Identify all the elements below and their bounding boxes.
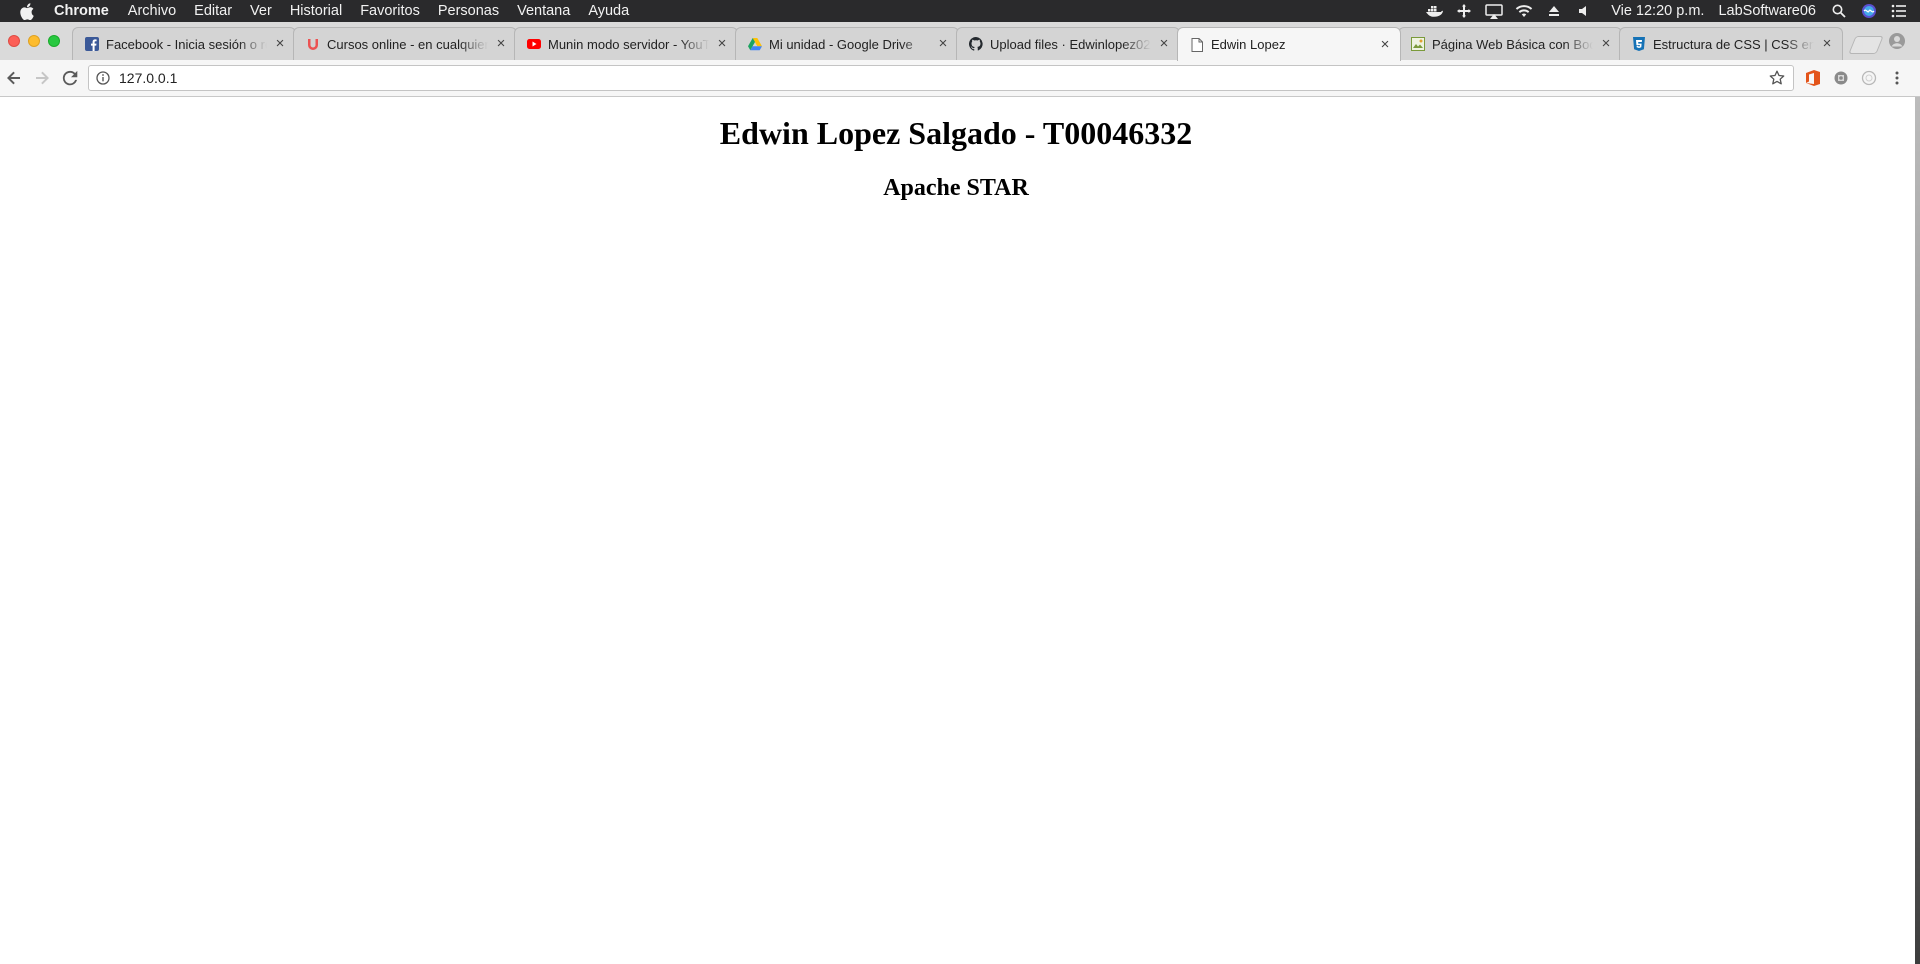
window-minimize-button[interactable] bbox=[28, 35, 40, 47]
office-extension-icon[interactable] bbox=[1804, 69, 1822, 87]
menu-archivo[interactable]: Archivo bbox=[128, 3, 176, 19]
page-heading: Edwin Lopez Salgado - T00046332 bbox=[719, 115, 1193, 151]
tab-github[interactable]: Upload files · Edwinlopez02/ × bbox=[956, 27, 1180, 60]
menu-bar-clock[interactable]: Vie 12:20 p.m. bbox=[1611, 3, 1704, 19]
address-bar[interactable]: 127.0.0.1 bbox=[88, 65, 1794, 91]
menu-personas[interactable]: Personas bbox=[438, 3, 499, 19]
tab-title: Mi unidad - Google Drive bbox=[769, 36, 913, 52]
udemy-icon bbox=[306, 37, 320, 51]
google-drive-icon bbox=[748, 37, 762, 51]
menu-bar-user[interactable]: LabSoftware06 bbox=[1718, 3, 1816, 19]
spotlight-search-icon[interactable] bbox=[1830, 3, 1848, 19]
tab-title: Cursos online - en cualquier momento bbox=[327, 36, 488, 52]
site-info-icon[interactable] bbox=[96, 70, 112, 86]
window-zoom-button[interactable] bbox=[48, 35, 60, 47]
move-arrows-icon[interactable] bbox=[1455, 3, 1473, 19]
tab-bootstrap[interactable]: Página Web Básica con Bootstrap × bbox=[1398, 27, 1622, 60]
url-text[interactable]: 127.0.0.1 bbox=[119, 70, 1769, 86]
page-icon bbox=[1190, 37, 1204, 52]
tab-close-icon[interactable]: × bbox=[1599, 36, 1613, 51]
forward-arrow-icon[interactable] bbox=[32, 68, 52, 88]
tab-close-icon[interactable]: × bbox=[1157, 36, 1171, 51]
page-subheading: Apache STAR bbox=[883, 175, 1029, 201]
menu-ayuda[interactable]: Ayuda bbox=[588, 3, 629, 19]
bookmark-star-icon[interactable] bbox=[1769, 69, 1787, 87]
youtube-icon bbox=[527, 37, 541, 51]
css3-icon bbox=[1632, 37, 1646, 51]
menu-historial[interactable]: Historial bbox=[290, 3, 342, 19]
image-icon bbox=[1411, 37, 1425, 51]
apple-icon[interactable] bbox=[20, 2, 38, 20]
tab-facebook[interactable]: Facebook - Inicia sesión o regístrate × bbox=[72, 27, 296, 60]
wifi-icon[interactable] bbox=[1515, 3, 1533, 19]
docker-icon[interactable] bbox=[1425, 3, 1444, 19]
reload-icon[interactable] bbox=[60, 68, 80, 88]
tab-strip: Facebook - Inicia sesión o regístrate × … bbox=[0, 22, 1920, 61]
tab-css[interactable]: Estructura de CSS | CSS en español × bbox=[1619, 27, 1843, 60]
extension-circle-icon[interactable] bbox=[1860, 69, 1878, 87]
tab-udemy[interactable]: Cursos online - en cualquier momento × bbox=[293, 27, 517, 60]
extension-puzzle-icon[interactable] bbox=[1832, 69, 1850, 87]
tab-close-icon[interactable]: × bbox=[494, 36, 508, 51]
facebook-icon bbox=[85, 37, 99, 51]
menu-ver[interactable]: Ver bbox=[250, 3, 272, 19]
tab-close-icon[interactable]: × bbox=[715, 36, 729, 51]
back-arrow-icon[interactable] bbox=[4, 68, 24, 88]
tab-title: Upload files · Edwinlopez02/ bbox=[990, 36, 1151, 52]
volume-icon[interactable] bbox=[1575, 3, 1593, 19]
tab-close-icon[interactable]: × bbox=[1820, 36, 1834, 51]
menu-favoritos[interactable]: Favoritos bbox=[360, 3, 420, 19]
tab-edwin-lopez-active[interactable]: Edwin Lopez × bbox=[1177, 27, 1401, 61]
new-tab-button[interactable] bbox=[1848, 36, 1884, 54]
tab-close-icon[interactable]: × bbox=[273, 36, 287, 51]
chrome-menu-icon[interactable] bbox=[1888, 69, 1906, 87]
tab-title: Facebook - Inicia sesión o regístrate bbox=[106, 36, 267, 52]
page-viewport: Edwin Lopez Salgado - T00046332 Apache S… bbox=[0, 97, 1920, 964]
tab-close-icon[interactable]: × bbox=[936, 36, 950, 51]
tab-title: Página Web Básica con Bootstrap bbox=[1432, 36, 1593, 52]
siri-icon[interactable] bbox=[1860, 3, 1878, 19]
eject-icon[interactable] bbox=[1545, 3, 1563, 19]
tab-youtube[interactable]: Munin modo servidor - YouTube × bbox=[514, 27, 738, 60]
github-icon bbox=[969, 37, 983, 51]
notification-center-icon[interactable] bbox=[1890, 3, 1908, 19]
window-close-button[interactable] bbox=[8, 35, 20, 47]
menu-app-name[interactable]: Chrome bbox=[54, 3, 109, 19]
airplay-icon[interactable] bbox=[1485, 3, 1503, 19]
browser-toolbar: 127.0.0.1 bbox=[0, 60, 1920, 97]
macos-menu-bar: Chrome Archivo Editar Ver Historial Favo… bbox=[0, 0, 1920, 22]
menu-bar-status-area: Vie 12:20 p.m. LabSoftware06 bbox=[1425, 0, 1920, 22]
tab-title: Estructura de CSS | CSS en español bbox=[1653, 36, 1814, 52]
profile-person-icon[interactable] bbox=[1888, 32, 1906, 50]
menu-editar[interactable]: Editar bbox=[194, 3, 232, 19]
tab-google-drive[interactable]: Mi unidad - Google Drive × bbox=[735, 27, 959, 60]
tab-title: Munin modo servidor - YouTube bbox=[548, 36, 709, 52]
tab-close-icon[interactable]: × bbox=[1378, 37, 1392, 52]
menu-ventana[interactable]: Ventana bbox=[517, 3, 570, 19]
tab-title: Edwin Lopez bbox=[1211, 37, 1286, 52]
desktop-background-edge bbox=[1915, 97, 1920, 964]
